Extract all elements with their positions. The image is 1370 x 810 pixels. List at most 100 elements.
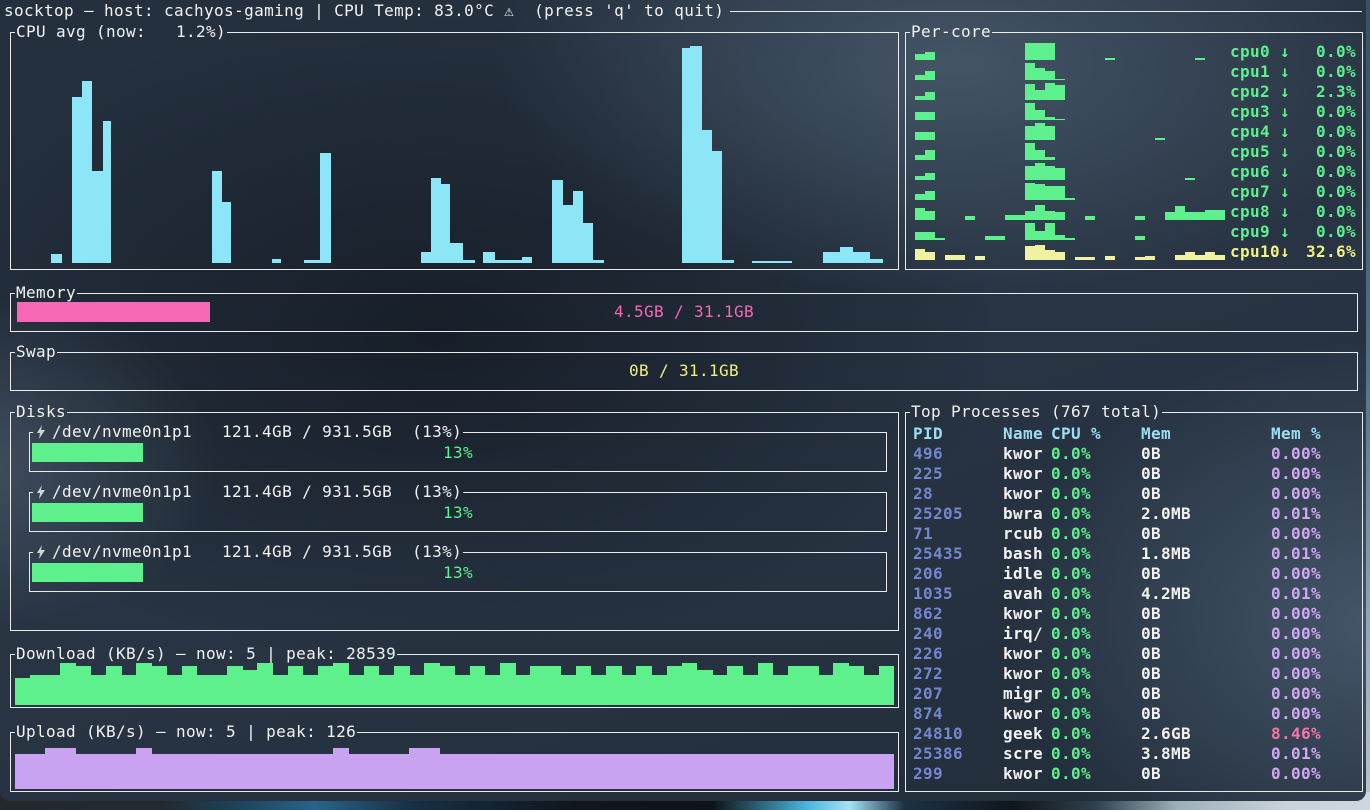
process-cell-pct: 0.01% <box>1271 504 1321 524</box>
cpu-history-bar <box>222 202 231 263</box>
process-row: 71rcub0.0%0B0.00% <box>906 524 1362 544</box>
core-label: cpu2 ↓2.3% <box>1230 82 1356 102</box>
download-bar <box>30 675 46 705</box>
download-bar <box>485 675 501 705</box>
process-row: 25205bwra0.0%2.0MB0.01% <box>906 504 1362 524</box>
process-row: 25386scre0.0%3.8MB0.01% <box>906 744 1362 764</box>
process-cell-name: kwor <box>1003 764 1043 784</box>
per-core-panel: Per-core cpu0 ↓0.0%cpu1 ↓0.0%cpu2 ↓2.3%c… <box>905 32 1363 270</box>
process-row: 207migr0.0%0B0.00% <box>906 684 1362 704</box>
core-spark-bar <box>1045 186 1055 200</box>
upload-bar <box>333 748 349 789</box>
swap-panel: Swap 0B / 31.1GB <box>10 352 1358 391</box>
core-sparkline <box>915 203 1227 220</box>
core-spark-bar <box>1085 257 1095 260</box>
cpu-history-bar <box>463 260 475 263</box>
core-sparkline <box>915 143 1227 160</box>
disk-usage-label: 13% <box>32 563 884 582</box>
process-cell-cpu: 0.0% <box>1051 444 1091 464</box>
process-row: 299kwor0.0%0B0.00% <box>906 764 1362 784</box>
trend-down-icon: ↓ <box>1280 242 1290 262</box>
upload-bar <box>91 754 107 789</box>
upload-bar <box>273 754 289 789</box>
disks-panel: Disks /dev/nvme0n1p1 121.4GB / 931.5GB (… <box>10 412 899 631</box>
cpu-history-bar <box>840 247 853 263</box>
core-spark-bar <box>925 92 935 100</box>
process-cell-mem: 0B <box>1141 704 1161 724</box>
core-usage-value: 2.3% <box>1290 82 1356 102</box>
process-cell-mem: 0B <box>1141 764 1161 784</box>
process-cell-pct: 0.00% <box>1271 484 1321 504</box>
swap-gauge: 0B / 31.1GB <box>17 361 1351 381</box>
upload-bar <box>591 754 607 789</box>
process-cell-pid: 1035 <box>913 584 953 604</box>
download-bar <box>818 675 834 705</box>
process-cell-name: kwor <box>1003 604 1043 624</box>
process-cell-cpu: 0.0% <box>1051 684 1091 704</box>
upload-bar <box>818 754 834 789</box>
core-spark-bar <box>1025 63 1035 80</box>
core-spark-bar <box>1155 138 1165 140</box>
core-spark-bar <box>1055 252 1065 260</box>
core-usage-value: 0.0% <box>1290 182 1356 202</box>
memory-gauge-label: 4.5GB / 31.1GB <box>17 302 1351 322</box>
disk-usage-gauge: 13% <box>32 443 884 462</box>
upload-bar <box>167 754 183 789</box>
core-spark-bar <box>1135 257 1145 260</box>
core-spark-bar <box>1035 231 1045 240</box>
core-spark-bar <box>1045 250 1055 260</box>
core-name: cpu1 <box>1230 62 1280 82</box>
cpu-history-bar <box>823 252 840 263</box>
cpu-history-bar <box>483 252 495 263</box>
cpu-history-bar <box>870 259 883 264</box>
download-bar <box>409 675 425 705</box>
core-spark-bar <box>915 194 925 200</box>
core-spark-bar <box>1085 216 1095 220</box>
download-bar <box>591 675 607 705</box>
upload-bar <box>849 754 865 789</box>
core-spark-bar <box>1195 255 1205 260</box>
core-sparkline <box>915 183 1227 200</box>
process-cell-cpu: 0.0% <box>1051 744 1091 764</box>
process-row: 24810geek0.0%2.6GB8.46% <box>906 724 1362 744</box>
download-bar <box>636 666 652 705</box>
socktop-terminal-window[interactable]: socktop — host: cachyos-gaming | CPU Tem… <box>0 0 1366 801</box>
process-row: 225kwor0.0%0B0.00% <box>906 464 1362 484</box>
core-name: cpu5 <box>1230 142 1280 162</box>
download-bar <box>788 666 804 705</box>
upload-bar <box>833 754 849 789</box>
core-spark-bar <box>1035 205 1045 220</box>
cpu-history-bar <box>853 252 870 263</box>
core-spark-bar <box>1185 252 1195 260</box>
download-bar <box>561 675 577 705</box>
download-bar <box>621 675 637 705</box>
process-cell-name: geek <box>1003 724 1043 744</box>
upload-bar <box>364 754 380 789</box>
process-cell-name: kwor <box>1003 644 1043 664</box>
core-spark-bar <box>1045 71 1055 80</box>
process-cell-name: kwor <box>1003 664 1043 684</box>
core-spark-bar <box>1035 245 1045 260</box>
core-spark-bar <box>915 132 925 141</box>
core-sparkline <box>915 223 1227 240</box>
download-bar <box>136 663 152 705</box>
per-core-row: cpu2 ↓2.3% <box>914 82 1358 102</box>
core-spark-bar <box>1075 257 1085 260</box>
disk-usage-label: 13% <box>32 443 884 462</box>
cpu-history-bar <box>583 223 593 264</box>
trend-down-icon: ↓ <box>1280 82 1290 102</box>
upload-bar <box>667 754 683 789</box>
upload-bar <box>803 754 819 789</box>
trend-down-icon: ↓ <box>1280 122 1290 142</box>
disk-usage-label: 13% <box>32 503 884 522</box>
core-spark-bar <box>1035 90 1045 100</box>
core-name: cpu10 <box>1230 242 1280 262</box>
swap-gauge-label: 0B / 31.1GB <box>17 361 1351 381</box>
upload-bar <box>15 754 31 789</box>
core-name: cpu2 <box>1230 82 1280 102</box>
upload-bar <box>76 754 92 789</box>
memory-panel: Memory 4.5GB / 31.1GB <box>10 293 1358 332</box>
core-spark-bar <box>965 216 975 220</box>
download-bar <box>167 675 183 705</box>
cpu-history-bar <box>103 121 111 263</box>
